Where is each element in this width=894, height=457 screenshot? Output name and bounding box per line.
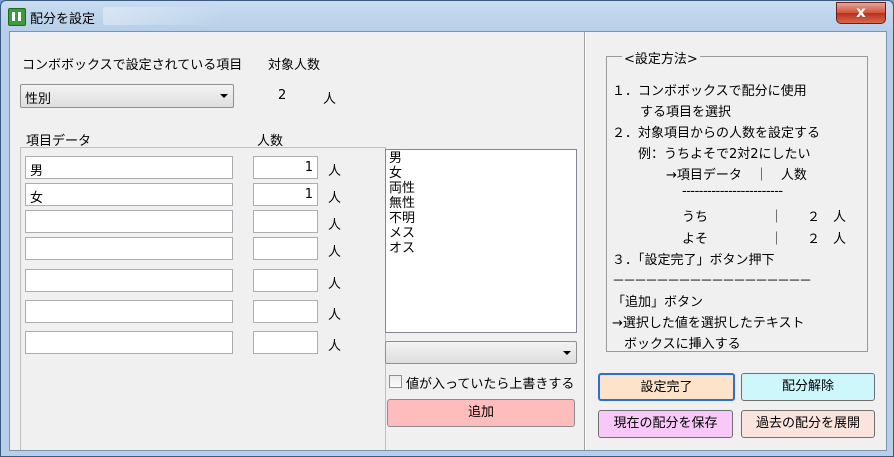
guide-example: 例：うちよそで2対2にしたい — [638, 147, 811, 162]
guide-example-header: →項目データ ｜ 人数 — [666, 168, 807, 183]
guide-title: <設定方法> — [622, 48, 700, 67]
add-button[interactable]: 追加 — [387, 399, 575, 427]
guide-example-count1: ２ 人 — [807, 210, 847, 225]
window-title: 配分を設定 — [30, 12, 96, 27]
list-item[interactable]: 無性 — [389, 196, 573, 211]
release-button[interactable]: 配分解除 — [741, 373, 875, 401]
count-field-1[interactable]: 1 — [253, 156, 318, 179]
count-unit-3: 人 — [328, 218, 342, 233]
item-combo[interactable]: 性別 — [20, 84, 234, 108]
guide-step2: ２．対象項目からの人数を設定する — [612, 126, 821, 141]
list-item[interactable]: メス — [389, 226, 573, 241]
guide-add-heading: 「追加」ボタン — [612, 295, 704, 310]
list-item[interactable]: 男 — [389, 151, 573, 166]
item-combo-value: 性別 — [25, 92, 52, 107]
guide-step3: ３．「設定完了」ボタン押下 — [612, 253, 775, 268]
save-allocation-button[interactable]: 現在の配分を保存 — [598, 410, 733, 438]
guide-example-rule: ------------------------ — [682, 184, 783, 199]
item-field-6[interactable] — [25, 300, 233, 323]
titlebar-decoration — [103, 7, 223, 25]
value-combo[interactable] — [385, 341, 577, 364]
item-field-2[interactable]: 女 — [25, 183, 233, 206]
list-item[interactable]: 女 — [389, 166, 573, 181]
count-unit-4: 人 — [328, 245, 342, 260]
list-item[interactable]: 不明 — [389, 211, 573, 226]
target-count-header: 対象人数 — [268, 58, 321, 73]
item-field-7[interactable] — [25, 331, 233, 354]
app-icon — [8, 8, 26, 26]
item-field-3[interactable] — [25, 210, 233, 233]
count-unit-2: 人 — [328, 191, 342, 206]
count-unit-5: 人 — [328, 277, 342, 292]
count-unit-1: 人 — [328, 164, 342, 179]
item-field-4[interactable] — [25, 237, 233, 260]
guide-example-item1: うち — [682, 210, 709, 225]
list-item[interactable]: オス — [389, 241, 573, 256]
count-field-5[interactable] — [253, 269, 318, 292]
overwrite-checkbox[interactable] — [389, 375, 402, 388]
guide-step1-cont: する項目を選択 — [640, 105, 732, 120]
count-field-3[interactable] — [253, 210, 318, 233]
target-count-unit: 人 — [323, 92, 337, 107]
guide-rule: －－－－－－－－－－－－－－－－－－ — [612, 274, 812, 289]
complete-button[interactable]: 設定完了 — [598, 373, 735, 401]
count-field-7[interactable] — [253, 331, 318, 354]
chevron-down-icon — [563, 351, 571, 355]
guide-add-desc-cont: ボックスに挿入する — [624, 337, 741, 352]
item-field-5[interactable] — [25, 269, 233, 292]
title-bar[interactable]: 配分を設定 x — [1, 1, 893, 31]
guide-example-item2: よそ — [682, 232, 709, 247]
guide-example-sep1: ｜ — [770, 210, 784, 225]
value-listbox[interactable]: 男 女 両性 無性 不明 メス オス — [385, 149, 577, 333]
expand-allocation-button[interactable]: 過去の配分を展開 — [741, 410, 875, 438]
section-divider — [584, 32, 586, 450]
guide-add-desc: →選択した値を選択したテキスト — [612, 316, 805, 331]
combo-header-label: コンボボックスで設定されている項目 — [22, 58, 243, 73]
count-unit-7: 人 — [328, 339, 342, 354]
count-unit-6: 人 — [328, 308, 342, 323]
list-item[interactable]: 両性 — [389, 181, 573, 196]
guide-example-count2: ２ 人 — [807, 232, 847, 247]
item-field-1[interactable]: 男 — [25, 156, 233, 179]
count-field-4[interactable] — [253, 237, 318, 260]
count-field-2[interactable]: 1 — [253, 183, 318, 206]
guide-example-sep2: ｜ — [770, 232, 784, 247]
target-count-value: 2 — [278, 88, 287, 103]
chevron-down-icon — [220, 94, 228, 98]
count-field-6[interactable] — [253, 300, 318, 323]
dialog-client-area: コンボボックスで設定されている項目 対象人数 性別 2 人 項目データ 人数 男… — [9, 31, 887, 451]
overwrite-label: 値が入っていたら上書きする — [406, 377, 575, 392]
dialog-window: 配分を設定 x コンボボックスで設定されている項目 対象人数 性別 2 人 項目… — [0, 0, 894, 457]
close-button[interactable]: x — [836, 2, 886, 24]
guide-step1: １．コンボボックスで配分に使用 — [612, 84, 807, 99]
